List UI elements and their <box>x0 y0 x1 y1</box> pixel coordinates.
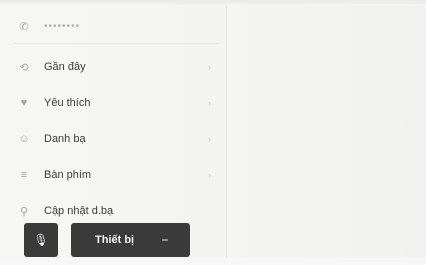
menu-item-label: Bàn phím <box>44 169 92 181</box>
chevron-right-icon: › <box>208 62 211 72</box>
microphone-button[interactable]: 🎙 <box>24 223 58 257</box>
menu-item-label: Yêu thích <box>44 97 91 109</box>
menu-item-favorites[interactable]: ♥ Yêu thích › <box>14 87 219 119</box>
menu-divider <box>14 43 219 44</box>
contacts-icon: ☺ <box>18 133 30 145</box>
menu-item-keypad[interactable]: ≡ Bàn phím › <box>14 159 219 191</box>
bottom-controls: 🎙 Thiết bị <box>24 223 190 257</box>
menu-item-recent[interactable]: ⟲ Gần đây › <box>14 51 219 83</box>
phone-icon: ✆ <box>19 20 29 33</box>
phone-number-row: ✆ •••••••• <box>14 14 219 38</box>
content-pane <box>226 6 426 258</box>
phone-number: •••••••• <box>44 20 81 32</box>
phone-menu-sidebar: ✆ •••••••• ⟲ Gần đây › ♥ Yêu thích › ☺ D… <box>14 6 224 258</box>
menu-item-label: Gần đây <box>44 61 86 73</box>
bottom-frame <box>0 258 426 265</box>
contacts-update-icon: ⚲ <box>19 205 29 218</box>
menu-item-contacts[interactable]: ☺ Danh bạ › <box>14 123 219 155</box>
chevron-right-icon: › <box>208 170 211 180</box>
menu-item-label: Cập nhật d.bạ <box>44 205 114 217</box>
recent-icon: ⟲ <box>19 61 29 74</box>
device-label: Thiết bị <box>95 234 135 246</box>
device-button[interactable]: Thiết bị <box>71 223 190 257</box>
device-indicator <box>162 239 168 241</box>
microphone-icon: 🎙 <box>33 233 49 247</box>
favorite-icon: ♥ <box>20 97 28 109</box>
chevron-right-icon: › <box>208 134 211 144</box>
menu-item-label: Danh bạ <box>44 133 86 145</box>
chevron-right-icon: › <box>208 98 211 108</box>
keypad-icon: ≡ <box>20 169 28 181</box>
phone-screen: ✆ •••••••• ⟲ Gần đây › ♥ Yêu thích › ☺ D… <box>0 0 426 265</box>
